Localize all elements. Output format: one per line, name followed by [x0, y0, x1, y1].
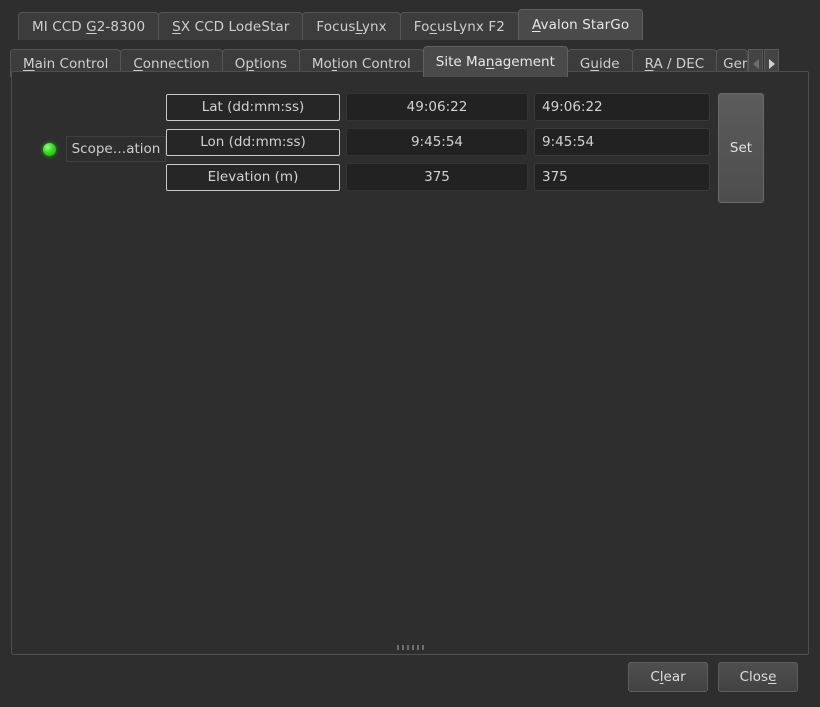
- connection-led-icon: [42, 142, 56, 156]
- chevron-left-icon: [752, 58, 759, 69]
- table-row: Lat (dd:mm:ss) 49:06:22 49:06:22: [166, 93, 710, 121]
- latitude-label: Lat (dd:mm:ss): [166, 93, 340, 121]
- tab-label: RA / DEC: [644, 55, 705, 72]
- set-button[interactable]: Set: [718, 93, 764, 203]
- scope-name-label: Scope…ation: [66, 136, 166, 162]
- latitude-input[interactable]: 49:06:22: [534, 93, 710, 121]
- device-tab-focuslynx[interactable]: FocusLynx: [302, 12, 401, 40]
- device-tab-sx-ccd-lodestar[interactable]: SX CCD LodeStar: [158, 12, 304, 40]
- table-row: Elevation (m) 375 375: [166, 163, 710, 191]
- clear-button[interactable]: Clear: [628, 662, 708, 692]
- scope-name-container: Scope…ation: [66, 93, 166, 205]
- tab-label: Ger: [723, 55, 748, 72]
- device-tab-mi-ccd-g2-8300[interactable]: MI CCD G2-8300: [18, 12, 160, 40]
- dialog-footer: Clear Close: [0, 662, 820, 692]
- site-fields: Lat (dd:mm:ss) 49:06:22 49:06:22 Lon (dd…: [166, 93, 710, 191]
- panel-splitter-grip[interactable]: [12, 644, 808, 651]
- grip-dot: [416, 645, 419, 650]
- grip-dot: [396, 645, 399, 650]
- tab-label: Motion Control: [311, 55, 411, 72]
- site-management-panel: Scope…ation Lat (dd:mm:ss) 49:06:22 49:0…: [11, 71, 809, 655]
- close-button[interactable]: Close: [718, 662, 798, 692]
- grip-dot: [401, 645, 404, 650]
- status-led-container: [32, 93, 66, 205]
- device-tabbar: MI CCD G2-8300 SX CCD LodeStar FocusLynx…: [0, 0, 820, 40]
- device-tab-label: MI CCD G2-8300: [32, 18, 146, 35]
- latitude-current-value: 49:06:22: [346, 93, 528, 121]
- longitude-input[interactable]: 9:45:54: [534, 128, 710, 156]
- tab-label: Connection: [133, 55, 210, 72]
- device-tab-focuslynx-f2[interactable]: FocusLynx F2: [399, 12, 519, 40]
- elevation-current-value: 375: [346, 163, 528, 191]
- device-tab-label: FocusLynx: [316, 18, 387, 35]
- tab-label: Guide: [579, 55, 620, 72]
- grip-dot: [406, 645, 409, 650]
- elevation-input[interactable]: 375: [534, 163, 710, 191]
- device-tab-label: Avalon StarGo: [531, 17, 630, 33]
- clear-button-label: Clear: [650, 669, 686, 685]
- elevation-label: Elevation (m): [166, 163, 340, 191]
- tab-site-management[interactable]: Site Management: [422, 46, 568, 77]
- tab-label: Site Management: [435, 54, 555, 70]
- tab-label: Main Control: [23, 55, 109, 72]
- device-tab-avalon-stargo[interactable]: Avalon StarGo: [517, 9, 644, 40]
- device-tab-label: FocusLynx F2: [413, 18, 505, 35]
- chevron-right-icon: [768, 58, 775, 69]
- longitude-label: Lon (dd:mm:ss): [166, 128, 340, 156]
- grip-dot: [421, 645, 424, 650]
- longitude-current-value: 9:45:54: [346, 128, 528, 156]
- close-button-label: Close: [739, 669, 777, 685]
- tab-label: Options: [234, 55, 287, 72]
- device-tab-label: SX CCD LodeStar: [172, 18, 290, 35]
- site-location-form: Scope…ation Lat (dd:mm:ss) 49:06:22 49:0…: [32, 93, 764, 205]
- table-row: Lon (dd:mm:ss) 9:45:54 9:45:54: [166, 128, 710, 156]
- grip-dot: [411, 645, 414, 650]
